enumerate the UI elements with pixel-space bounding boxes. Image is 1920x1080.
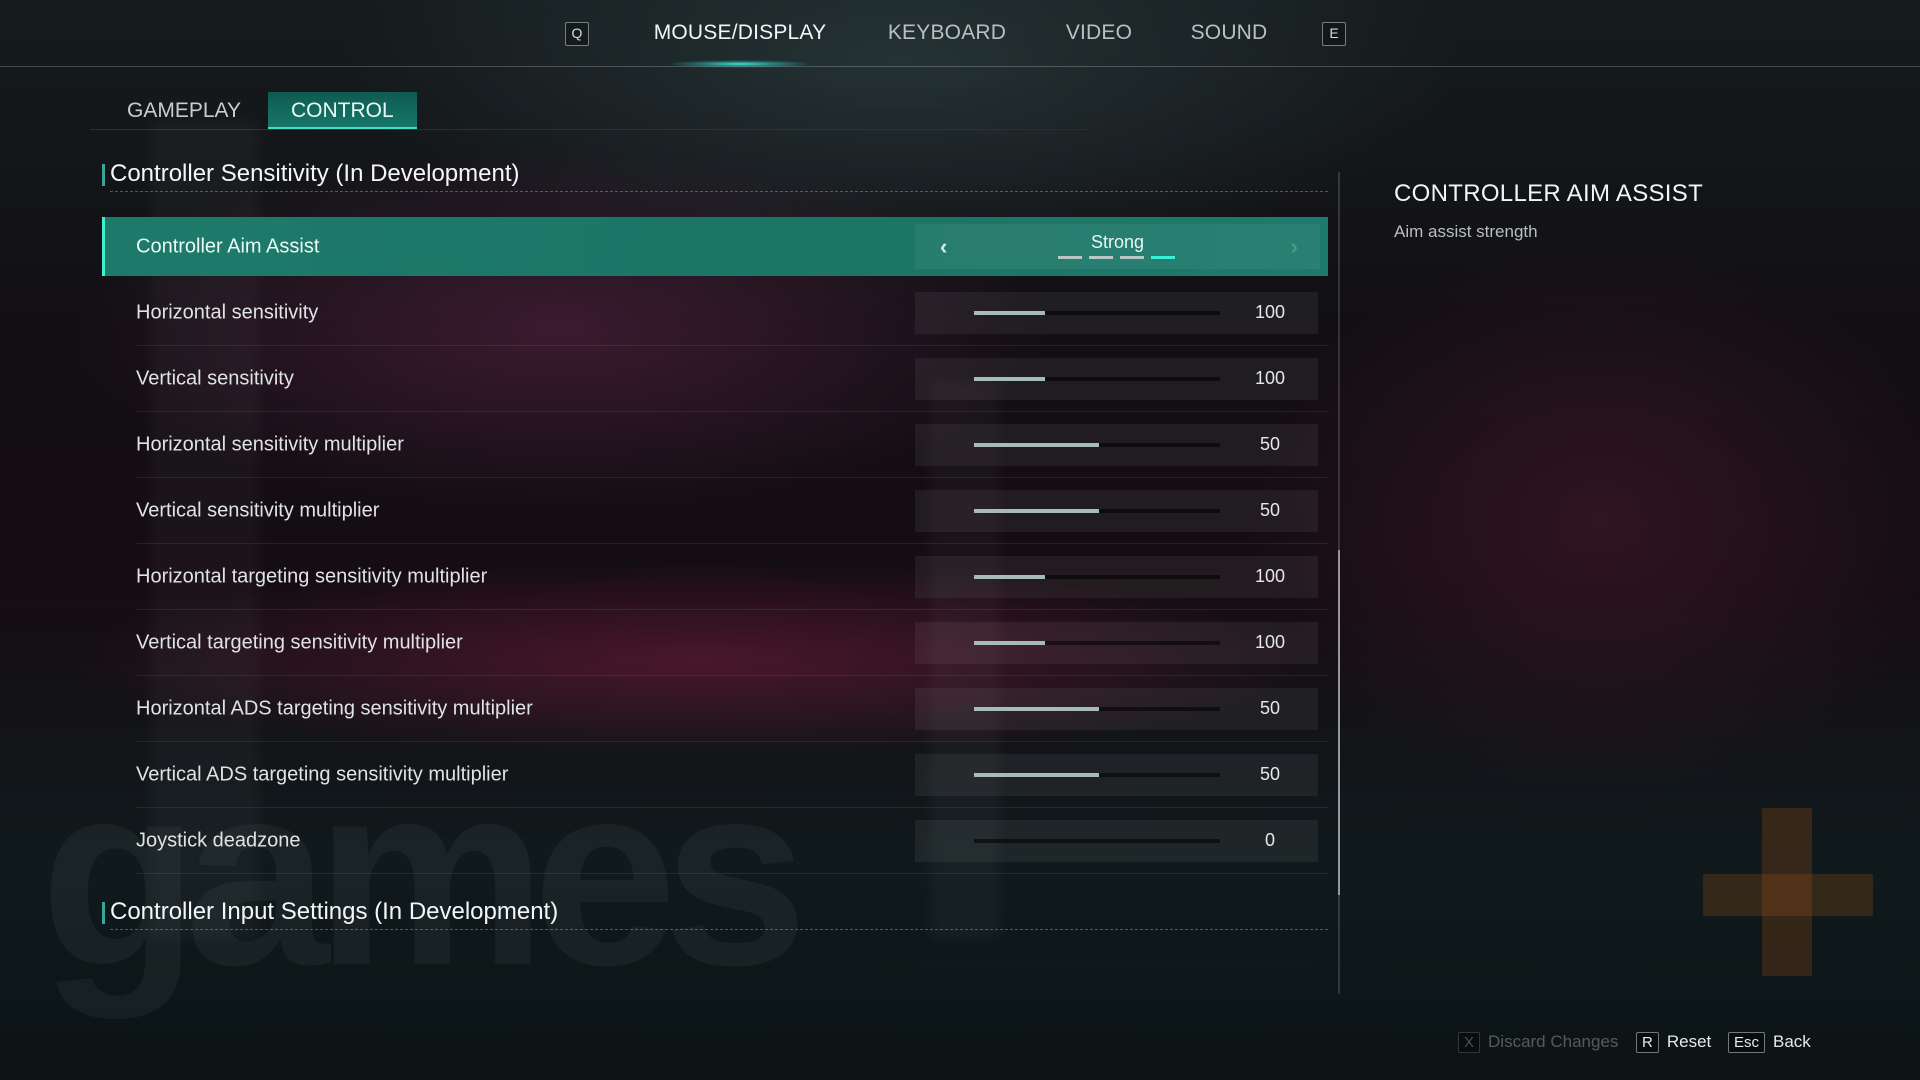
reset-label: Reset: [1666, 1032, 1712, 1051]
scrollbar-thumb[interactable]: [1338, 550, 1340, 896]
option-pip: [1089, 256, 1113, 259]
discard-changes-label: Discard Changes: [1488, 1032, 1619, 1051]
setting-label: Horizontal sensitivity: [136, 301, 319, 324]
slider-value: 50: [1259, 434, 1281, 454]
slider-track[interactable]: [974, 443, 1220, 447]
option-pip: [1120, 256, 1144, 259]
slider-value: 100: [1254, 566, 1286, 586]
key-esc: Esc: [1728, 1031, 1766, 1053]
setting-label: Vertical ADS targeting sensitivity multi…: [136, 763, 509, 786]
slider-fill: [974, 575, 1046, 579]
setting-row-horizontal-sensitivity[interactable]: Horizontal sensitivity 100: [102, 280, 1328, 346]
slider-control[interactable]: 100: [915, 556, 1318, 598]
slider-fill: [974, 443, 1100, 447]
slider-fill: [974, 707, 1100, 711]
subtab-gameplay[interactable]: GAMEPLAY: [104, 92, 264, 129]
slider-fill: [974, 311, 1046, 315]
slider-track[interactable]: [974, 773, 1220, 777]
slider-control[interactable]: 50: [915, 424, 1318, 466]
section-divider: [110, 929, 1328, 930]
description-title: CONTROLLER AIM ASSIST: [1394, 180, 1704, 207]
key-r: R: [1636, 1031, 1659, 1053]
setting-label: Vertical targeting sensitivity multiplie…: [136, 631, 463, 654]
slider-track[interactable]: [974, 311, 1220, 315]
slider-control[interactable]: 100: [915, 622, 1318, 664]
top-nav-divider: [0, 66, 1920, 67]
slider-value: 100: [1254, 632, 1286, 652]
setting-label: Controller Aim Assist: [136, 235, 320, 257]
next-tab-key[interactable]: E: [1322, 22, 1346, 46]
tab-keyboard[interactable]: KEYBOARD: [888, 21, 1006, 45]
setting-row-vertical-targeting-sensitivity-multiplier[interactable]: Vertical targeting sensitivity multiplie…: [102, 610, 1328, 676]
setting-label: Horizontal targeting sensitivity multipl…: [136, 565, 488, 588]
slider-control[interactable]: 100: [915, 358, 1318, 400]
setting-row-horizontal-sensitivity-multiplier[interactable]: Horizontal sensitivity multiplier 50: [102, 412, 1328, 478]
section-divider: [110, 191, 1328, 192]
slider-value: 100: [1254, 302, 1286, 322]
section-title: Controller Input Settings (In Developmen…: [110, 898, 559, 925]
slider-track[interactable]: [974, 839, 1220, 843]
scrollbar-track[interactable]: [1338, 172, 1340, 994]
slider-value: 50: [1259, 698, 1281, 718]
slider-track[interactable]: [974, 707, 1220, 711]
slider-track[interactable]: [974, 575, 1220, 579]
setting-label: Horizontal sensitivity multiplier: [136, 433, 404, 456]
prev-tab-key[interactable]: Q: [565, 22, 589, 46]
slider-track[interactable]: [974, 377, 1220, 381]
slider-value: 50: [1259, 500, 1281, 520]
setting-row-joystick-deadzone[interactable]: Joystick deadzone 0: [102, 808, 1328, 874]
back-button[interactable]: Esc Back: [1728, 1030, 1811, 1054]
setting-row-vertical-sensitivity[interactable]: Vertical sensitivity 100: [102, 346, 1328, 412]
setting-label: Joystick deadzone: [136, 829, 301, 852]
slider-value: 100: [1254, 368, 1286, 388]
slider-control[interactable]: 100: [915, 292, 1318, 334]
slider-fill: [974, 509, 1100, 513]
slider-control[interactable]: 50: [915, 490, 1318, 532]
section-accent-bar: [102, 902, 105, 924]
discard-changes-button[interactable]: X Discard Changes: [1458, 1030, 1618, 1054]
setting-label: Vertical sensitivity: [136, 367, 294, 390]
subtab-control[interactable]: CONTROL: [268, 92, 417, 129]
watermark-plus-icon: [1703, 874, 1873, 916]
slider-value: 50: [1259, 764, 1281, 784]
section-accent-bar: [102, 164, 105, 186]
setting-row-horizontal-ads-targeting-sensitivity-multiplier[interactable]: Horizontal ADS targeting sensitivity mul…: [102, 676, 1328, 742]
setting-row-controller-aim-assist[interactable]: Controller Aim Assist ‹ Strong ›: [102, 217, 1328, 276]
tab-mouse-display[interactable]: MOUSE/DISPLAY: [654, 21, 827, 45]
slider-value: 0: [1264, 830, 1275, 850]
setting-label: Horizontal ADS targeting sensitivity mul…: [136, 697, 533, 720]
key-x: X: [1458, 1031, 1481, 1053]
description-text: Aim assist strength: [1394, 222, 1538, 241]
slider-control[interactable]: 0: [915, 820, 1318, 862]
setting-row-vertical-sensitivity-multiplier[interactable]: Vertical sensitivity multiplier 50: [102, 478, 1328, 544]
tab-sound[interactable]: SOUND: [1191, 21, 1268, 45]
reset-button[interactable]: R Reset: [1636, 1030, 1711, 1054]
option-pip: [1151, 256, 1175, 259]
slider-control[interactable]: 50: [915, 688, 1318, 730]
setting-row-clipped: [102, 948, 1328, 1014]
option-pip: [1058, 256, 1082, 259]
option-value: Strong: [1090, 232, 1145, 252]
setting-row-vertical-ads-targeting-sensitivity-multiplier[interactable]: Vertical ADS targeting sensitivity multi…: [102, 742, 1328, 808]
tab-video[interactable]: VIDEO: [1066, 21, 1132, 45]
slider-fill: [974, 773, 1100, 777]
slider-track[interactable]: [974, 509, 1220, 513]
setting-label: Vertical sensitivity multiplier: [136, 499, 380, 522]
slider-fill: [974, 641, 1046, 645]
row-divider: [136, 873, 1328, 874]
back-label: Back: [1773, 1032, 1811, 1051]
setting-row-horizontal-targeting-sensitivity-multiplier[interactable]: Horizontal targeting sensitivity multipl…: [102, 544, 1328, 610]
slider-track[interactable]: [974, 641, 1220, 645]
option-selector[interactable]: ‹ Strong ›: [915, 224, 1320, 269]
chevron-right-icon[interactable]: ›: [1291, 234, 1298, 260]
slider-fill: [974, 377, 1046, 381]
value-box: [915, 960, 1318, 1002]
slider-control[interactable]: 50: [915, 754, 1318, 796]
subtab-divider: [90, 129, 1090, 130]
section-title: Controller Sensitivity (In Development): [110, 160, 520, 187]
